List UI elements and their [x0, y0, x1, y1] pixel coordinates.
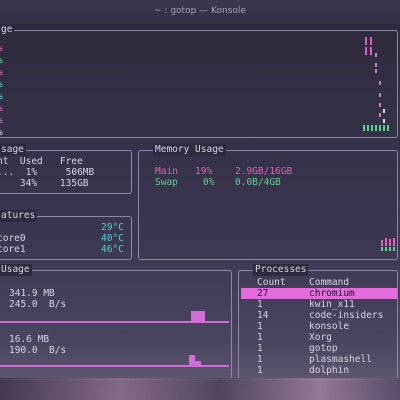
network-rx-rate: 245.0 B/s [9, 299, 67, 310]
temps-panel-title: atures [0, 210, 38, 222]
process-count[interactable]: 14 [257, 310, 268, 321]
process-command[interactable]: dolphin [309, 365, 349, 376]
memory-graph [381, 238, 395, 251]
cpu-graph-bar [383, 119, 385, 123]
processes-panel: Processes Count Command 27 chromium 1 kwin_… [238, 264, 398, 380]
disk-row: ... 1% 506MB [0, 167, 95, 178]
temp-value: 46°C [101, 244, 124, 255]
cpu-graph-bar [365, 41, 367, 45]
desktop-background-strip [0, 378, 400, 400]
memory-swap-label: Swap [155, 177, 178, 188]
process-count[interactable]: 1 [257, 343, 263, 354]
cpu-graph-bar [370, 41, 372, 45]
temp-value: 40°C [101, 233, 124, 244]
network-usage-panel: Usage 341.9 MB 245.0 B/s 16.6 MB 190.0 B… [0, 264, 232, 380]
process-command[interactable]: kwin_x11 [309, 299, 355, 310]
temp-label: core1 [0, 244, 26, 255]
network-tx-rate: 190.0 B/s [9, 345, 67, 356]
disk-panel-title: sage [0, 144, 26, 156]
process-count[interactable]: 1 [257, 332, 263, 343]
process-count[interactable]: 1 [257, 354, 263, 365]
cpu-graph-bar [370, 51, 372, 55]
process-command[interactable]: gotop [309, 343, 338, 354]
cpu-graph-bar [365, 51, 367, 55]
processes-panel-title: Processes [253, 264, 309, 276]
cpu-core-pct-label: % [0, 103, 3, 114]
process-command[interactable]: chromium [309, 288, 355, 299]
cpu-panel-title: ge [0, 24, 15, 36]
cpu-core-pct-label: % [0, 67, 3, 78]
cpu-graph-bar [370, 47, 372, 51]
memory-main-value: 2.9GB/16GB [235, 166, 293, 177]
process-command[interactable]: plasmashell [309, 354, 372, 365]
cpu-graph-bar [375, 125, 377, 131]
disk-usage-panel: sage nt Used Free ... 1% 506MB 34% 135GB [0, 144, 132, 194]
cpu-usage-panel: ge %%%%%%%% [0, 24, 398, 138]
cpu-graph-bar [379, 93, 381, 97]
cpu-graph-bar [375, 69, 377, 73]
temp-value: 29°C [101, 222, 124, 233]
cpu-core-pct-label: % [0, 79, 3, 90]
process-command[interactable]: Xorg [309, 332, 332, 343]
cpu-graph-bar [367, 125, 369, 131]
network-rx-baseline [0, 321, 229, 323]
memory-main-pct: 19% [195, 166, 213, 177]
process-command[interactable]: konsole [309, 321, 349, 332]
cpu-graph-bar [365, 47, 367, 51]
network-tx-baseline [0, 365, 229, 367]
process-count[interactable]: 1 [257, 321, 263, 332]
cpu-core-pct-label: % [0, 115, 3, 126]
cpu-graph-bar [383, 125, 385, 131]
process-count[interactable]: 27 [257, 288, 268, 299]
disk-row: 34% 135GB [0, 178, 89, 189]
network-rx-total: 341.9 MB [9, 288, 55, 299]
process-count[interactable]: 1 [257, 365, 263, 376]
disk-header: nt Used Free [0, 156, 83, 167]
cpu-graph-bar [371, 125, 373, 131]
cpu-graph-bar [375, 53, 377, 57]
cpu-core-pct-label: % [0, 43, 3, 54]
cpu-graph-bar [379, 103, 381, 107]
memory-panel-title: Memory Usage [153, 144, 226, 156]
cpu-graph-bar [387, 125, 389, 131]
cpu-core-pct-label: % [0, 91, 3, 102]
network-tx-total: 16.6 MB [9, 334, 50, 345]
network-panel-title: Usage [0, 264, 32, 276]
cpu-graph-bar [375, 63, 377, 67]
network-rx-graph [191, 311, 205, 321]
cpu-graph-bar [370, 37, 372, 41]
memory-main-label: Main [155, 166, 178, 177]
temp-label: core0 [0, 233, 26, 244]
processes-col-command[interactable]: Command [309, 277, 349, 288]
cpu-core-pct-label: % [0, 127, 3, 138]
memory-usage-panel: Memory Usage Main 19% 2.9GB/16GB Swap 0%… [138, 144, 398, 260]
cpu-graph-bar [365, 37, 367, 41]
cpu-graph-bar [379, 81, 381, 85]
memory-swap-value: 0.0B/4GB [235, 177, 281, 188]
cpu-graph-bar [363, 125, 365, 131]
window-title: ~ : gotop — Konsole [154, 6, 246, 16]
title-bar: ~ : gotop — Konsole [0, 0, 400, 25]
process-count[interactable]: 1 [257, 299, 263, 310]
processes-col-count[interactable]: Count [257, 277, 286, 288]
cpu-graph-bar [383, 109, 385, 113]
temperatures-panel: atures 29°C core0 40°C core1 46°C [0, 210, 132, 260]
cpu-graph-bar [379, 113, 381, 117]
memory-swap-pct: 0% [203, 177, 215, 188]
cpu-graph-bar [379, 125, 381, 131]
process-command[interactable]: code-insiders [309, 310, 383, 321]
cpu-core-pct-label: % [0, 55, 3, 66]
cpu-graph [363, 37, 389, 131]
